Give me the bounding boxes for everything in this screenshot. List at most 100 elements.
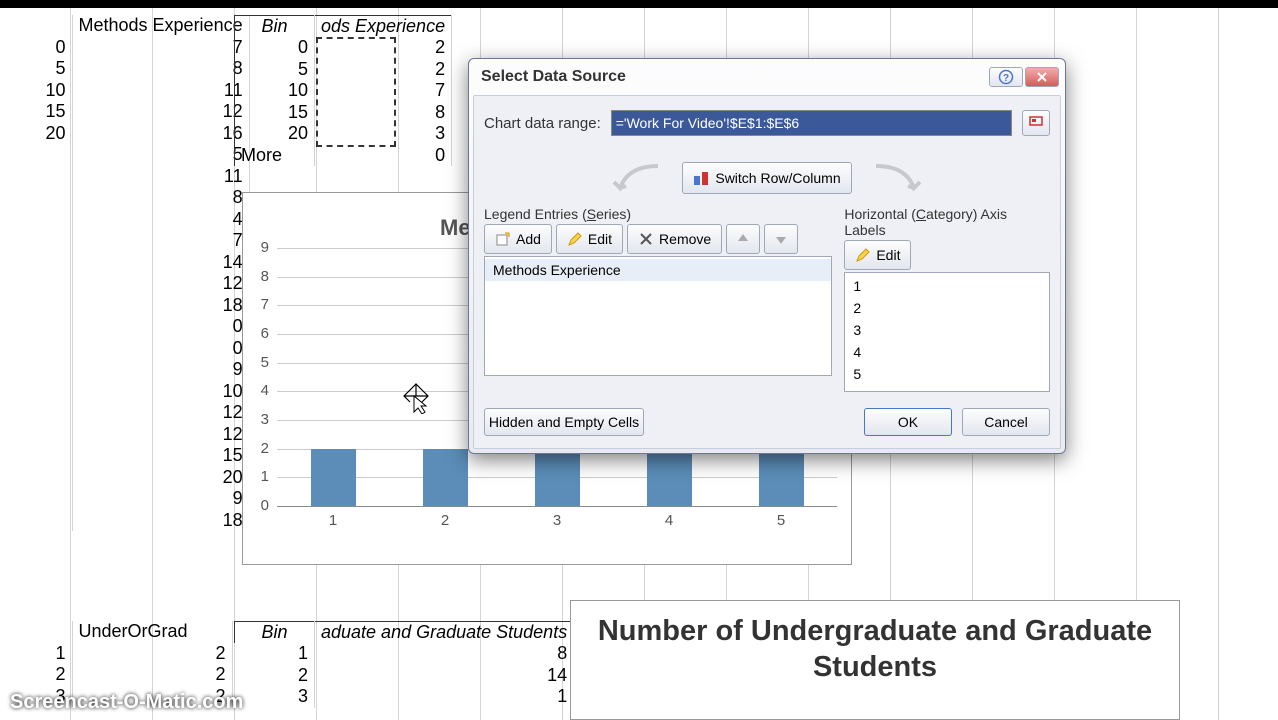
cell[interactable] [0, 488, 72, 510]
cell[interactable]: 10 [235, 80, 315, 102]
cell[interactable]: 15 [72, 445, 249, 467]
col-header[interactable]: aduate and Graduate Students [315, 622, 574, 644]
dialog-titlebar[interactable]: Select Data Source ? [469, 59, 1065, 91]
cell[interactable]: 3 [235, 686, 315, 708]
close-button[interactable] [1025, 67, 1059, 87]
cell[interactable]: 0 [315, 145, 452, 167]
cell[interactable]: 8 [72, 58, 249, 80]
cell[interactable]: 18 [72, 510, 249, 532]
cell[interactable] [0, 316, 72, 338]
cell[interactable]: 12 [72, 402, 249, 424]
cell[interactable] [0, 381, 72, 403]
cell[interactable] [0, 230, 72, 252]
collapse-range-button[interactable] [1022, 110, 1050, 136]
switch-row-column-button[interactable]: Switch Row/Column [682, 162, 851, 194]
cell[interactable]: 0 [72, 316, 249, 338]
cell[interactable]: 2 [0, 664, 72, 686]
cell[interactable]: 20 [0, 123, 72, 145]
ok-button[interactable]: OK [864, 408, 952, 436]
cell[interactable]: 12 [72, 273, 249, 295]
cell[interactable]: 11 [72, 166, 249, 188]
help-button[interactable]: ? [989, 67, 1023, 87]
col-header[interactable]: Bin [235, 16, 315, 38]
col-header[interactable]: UnderOrGrad [72, 621, 232, 643]
cell[interactable]: 1 [235, 643, 315, 665]
cell[interactable]: 14 [72, 252, 249, 274]
cell[interactable]: More [235, 145, 315, 167]
col-header[interactable]: Bin [235, 622, 315, 644]
cell[interactable]: 20 [72, 467, 249, 489]
list-item[interactable]: 3 [845, 319, 1049, 341]
chart-students[interactable]: Number of Undergraduate and Graduate Stu… [570, 600, 1180, 720]
cell[interactable] [0, 187, 72, 209]
cell[interactable]: 1 [315, 686, 574, 708]
cell[interactable]: 18 [72, 295, 249, 317]
arrow-down-icon [773, 231, 789, 247]
col-header[interactable]: ods Experience [315, 16, 452, 38]
cell[interactable]: 15 [0, 101, 72, 123]
list-item[interactable]: 2 [845, 297, 1049, 319]
cell[interactable]: 9 [72, 359, 249, 381]
category-listbox[interactable]: 12345 [844, 272, 1050, 392]
cell[interactable] [0, 402, 72, 424]
hidden-empty-cells-button[interactable]: Hidden and Empty Cells [484, 408, 644, 436]
cell[interactable]: 14 [315, 665, 574, 687]
cell[interactable]: 2 [235, 665, 315, 687]
cell[interactable] [0, 144, 72, 166]
cell[interactable] [0, 166, 72, 188]
chart-range-field[interactable] [611, 110, 1012, 136]
cell[interactable]: 5 [235, 59, 315, 81]
cell[interactable]: 1 [0, 643, 72, 665]
table-bin-students[interactable]: Binaduate and Graduate Students 1821431 [234, 621, 574, 708]
cell[interactable]: 4 [72, 209, 249, 231]
cell[interactable]: 8 [315, 643, 574, 665]
cell[interactable]: 8 [72, 187, 249, 209]
move-down-button[interactable] [764, 224, 798, 254]
cell[interactable] [0, 338, 72, 360]
cell[interactable]: 20 [235, 123, 315, 145]
list-item[interactable]: Methods Experience [485, 259, 831, 281]
cell[interactable] [0, 445, 72, 467]
cell[interactable] [0, 359, 72, 381]
list-item[interactable]: 4 [845, 341, 1049, 363]
cell[interactable] [0, 209, 72, 231]
cell[interactable] [0, 252, 72, 274]
cell[interactable]: 0 [235, 37, 315, 59]
cell[interactable]: 5 [0, 58, 72, 80]
add-icon [495, 231, 511, 247]
cell[interactable]: 2 [72, 643, 232, 665]
cell[interactable]: 10 [72, 381, 249, 403]
cell[interactable]: 12 [72, 424, 249, 446]
marching-ants-selection [316, 37, 396, 147]
cancel-button[interactable]: Cancel [962, 408, 1050, 436]
cell[interactable]: 7 [72, 230, 249, 252]
edit-series-button[interactable]: Edit [556, 224, 623, 254]
cell[interactable] [0, 295, 72, 317]
cell[interactable]: 15 [235, 102, 315, 124]
cell[interactable]: 2 [72, 664, 232, 686]
add-series-button[interactable]: Add [484, 224, 552, 254]
cell[interactable] [0, 510, 72, 532]
edit-axis-button[interactable]: Edit [844, 240, 911, 270]
cell[interactable]: 5 [72, 144, 249, 166]
cell[interactable]: 0 [72, 338, 249, 360]
cell[interactable]: 0 [0, 37, 72, 59]
remove-series-button[interactable]: Remove [627, 224, 722, 254]
list-item[interactable]: 5 [845, 363, 1049, 385]
chart-range-input[interactable] [611, 110, 1012, 136]
series-listbox[interactable]: Methods Experience [484, 256, 832, 376]
cell[interactable]: 7 [72, 37, 249, 59]
cell[interactable] [0, 424, 72, 446]
cell[interactable]: 16 [72, 123, 249, 145]
list-item[interactable]: 1 [845, 275, 1049, 297]
cell[interactable]: 10 [0, 80, 72, 102]
cell[interactable]: 11 [72, 80, 249, 102]
cell[interactable] [0, 467, 72, 489]
cell[interactable]: 9 [72, 488, 249, 510]
col-header[interactable]: Methods Experience [72, 15, 249, 37]
edit-icon [567, 231, 583, 247]
cell[interactable] [0, 273, 72, 295]
table-methods-exp[interactable]: Methods Experience 075810111512201651184… [0, 15, 250, 531]
cell[interactable]: 12 [72, 101, 249, 123]
move-up-button[interactable] [726, 224, 760, 254]
